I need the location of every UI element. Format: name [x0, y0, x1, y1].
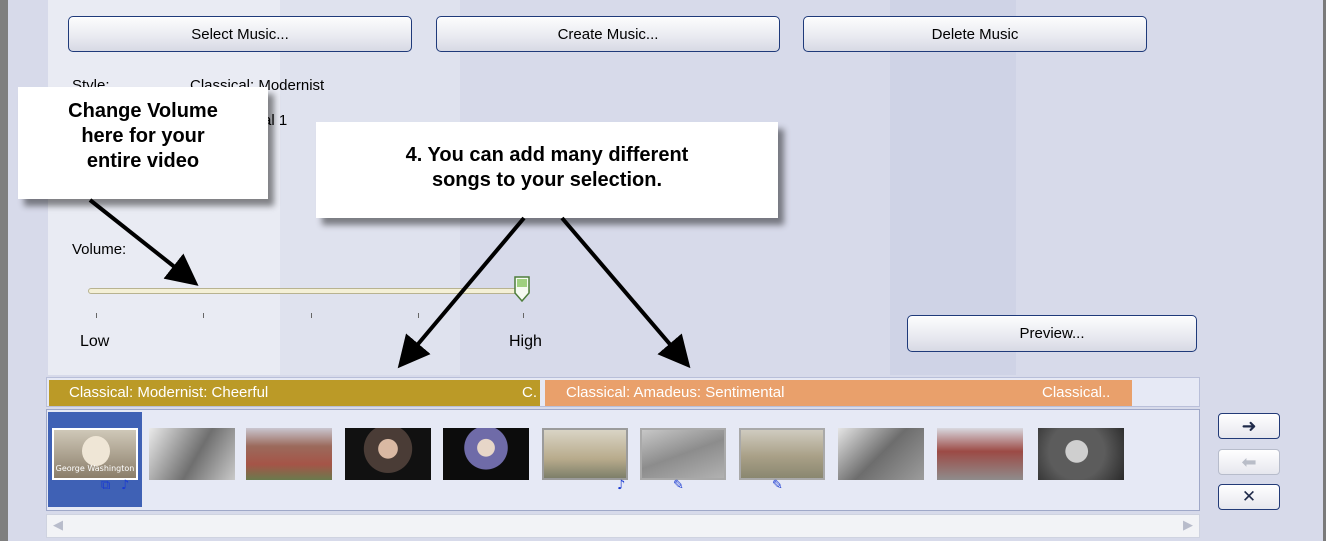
scroll-right-icon[interactable]: ▶	[1183, 518, 1193, 533]
thumbnail-image	[739, 428, 825, 480]
thumbnail-image	[443, 428, 529, 480]
scroll-left-icon[interactable]: ◀	[53, 518, 63, 533]
thumbnail-image	[149, 428, 235, 480]
remove-button[interactable]: ✕	[1218, 484, 1280, 510]
move-right-button[interactable]: ➜	[1218, 413, 1280, 439]
thumbnail-4[interactable]	[341, 412, 435, 507]
music-segment-1[interactable]: Classical: Modernist: Cheerful C.	[49, 380, 540, 406]
thumbnail-image	[838, 428, 924, 480]
segment-title: Classical: Amadeus: Sentimental	[566, 384, 785, 401]
thumbnail-caption: George Washington	[55, 464, 135, 473]
edit-icon[interactable]: ✎	[673, 478, 684, 493]
thumbnail-10[interactable]	[933, 412, 1027, 507]
thumbnail-image	[1038, 428, 1124, 480]
segment-title: Classical: Modernist: Cheerful	[69, 384, 269, 401]
close-icon: ✕	[1241, 487, 1257, 507]
segment-tail: Classical..	[1042, 384, 1111, 401]
arrow-left-icon: ⬅	[1241, 451, 1257, 473]
thumbnail-9[interactable]	[834, 412, 928, 507]
music-note-icon[interactable]: ♪	[121, 478, 129, 493]
arrow-to-track-1	[397, 216, 526, 369]
transition-icon[interactable]: ⧉	[101, 478, 110, 493]
thumbnail-image	[640, 428, 726, 480]
segment-tail: C.	[522, 384, 537, 401]
thumbnail-11[interactable]	[1034, 412, 1128, 507]
thumbnail-5[interactable]	[439, 412, 533, 507]
thumbnail-image	[937, 428, 1023, 480]
thumbnail-image: George Washington	[52, 428, 138, 480]
arrow-right-icon: ➜	[1241, 415, 1257, 437]
edit-icon[interactable]: ✎	[772, 478, 783, 493]
arrow-to-track-2	[560, 216, 691, 369]
storyboard-scrollbar[interactable]: ◀ ▶	[46, 514, 1200, 538]
thumbnail-3[interactable]	[242, 412, 336, 507]
music-note-icon[interactable]: ♪	[617, 478, 625, 493]
thumbnail-image	[246, 428, 332, 480]
music-segment-2[interactable]: Classical: Amadeus: Sentimental Classica…	[545, 380, 1132, 406]
thumbnail-image	[345, 428, 431, 480]
thumbnail-image	[542, 428, 628, 480]
thumbnail-2[interactable]	[145, 412, 239, 507]
arrow-to-volume	[88, 198, 199, 286]
portrait-head	[82, 436, 110, 466]
move-left-button[interactable]: ⬅	[1218, 449, 1280, 475]
